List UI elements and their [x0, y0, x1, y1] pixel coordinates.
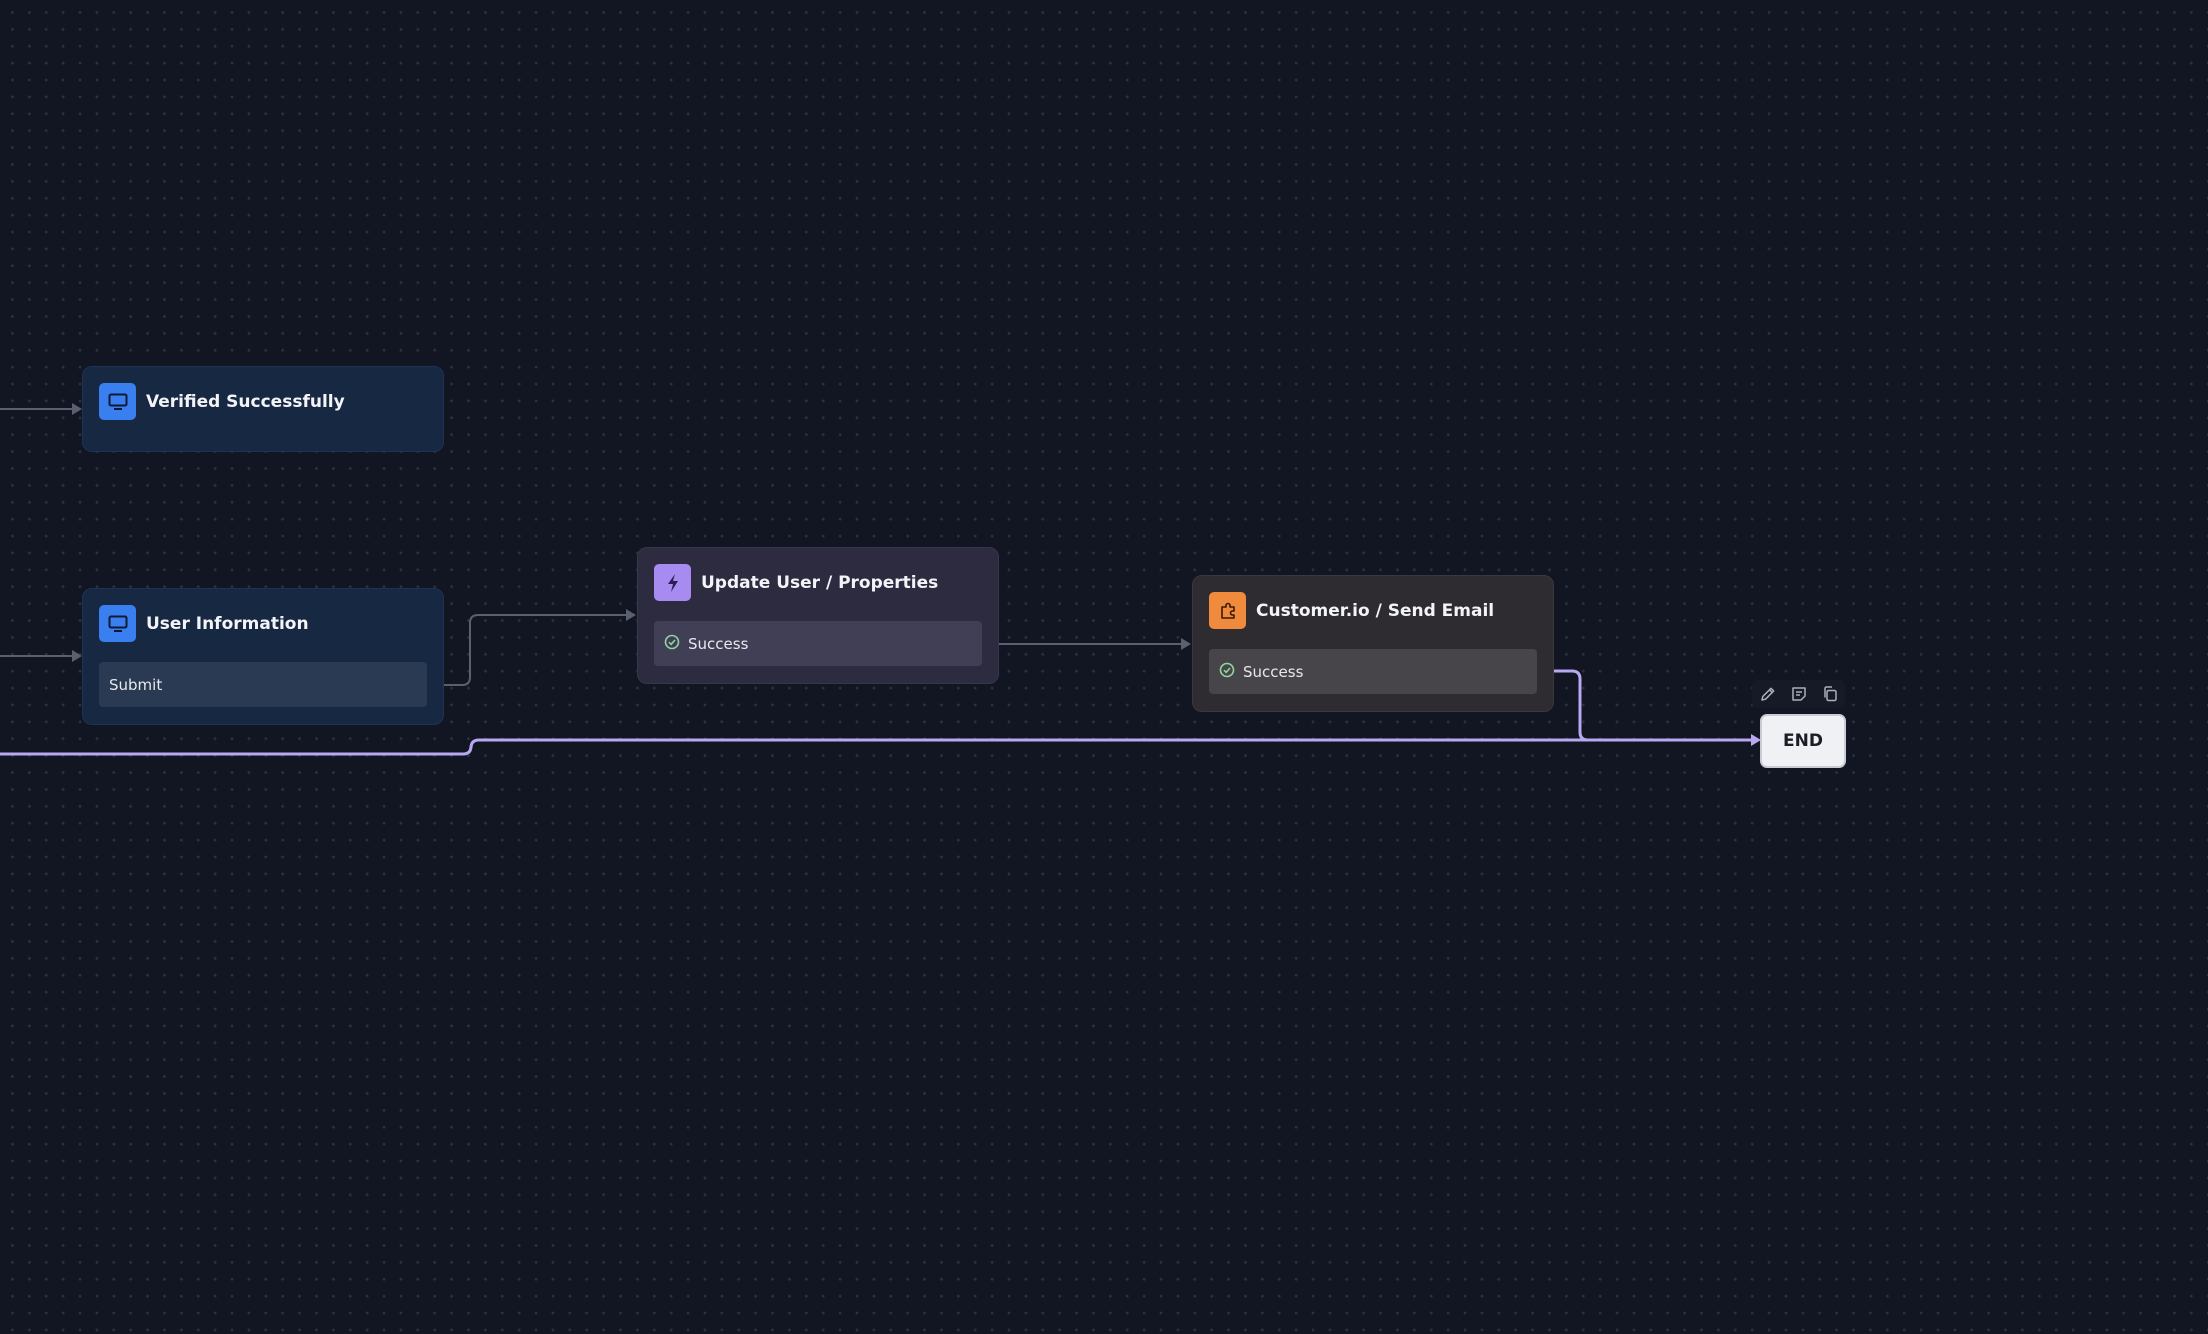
port-success[interactable]: Success: [1209, 649, 1537, 694]
end-label: END: [1783, 731, 1823, 751]
node-title: User Information: [146, 613, 309, 634]
port-label: Submit: [109, 675, 163, 694]
node-user-information[interactable]: User Information Submit: [82, 588, 444, 725]
node-customerio-send-email[interactable]: Customer.io / Send Email Success: [1192, 575, 1554, 712]
lightning-icon: [654, 564, 691, 601]
node-title: Customer.io / Send Email: [1256, 600, 1495, 621]
port-label: Success: [688, 634, 749, 653]
copy-icon[interactable]: [1817, 681, 1843, 707]
end-node-toolbar: [1752, 680, 1845, 708]
edge-customerio-to-end: [1531, 666, 1761, 746]
monitor-icon: [99, 383, 136, 420]
node-end[interactable]: END: [1760, 714, 1846, 768]
edge-submit-to-update-user: [424, 609, 636, 688]
edge-long-to-end: [0, 738, 1752, 756]
node-header: Update User / Properties: [654, 564, 938, 601]
port-success[interactable]: Success: [654, 621, 982, 666]
edge-into-user-information: [0, 650, 82, 662]
check-circle-icon: [664, 634, 680, 654]
pencil-icon[interactable]: [1755, 681, 1781, 707]
node-header: Customer.io / Send Email: [1209, 592, 1494, 629]
node-header: Verified Successfully: [99, 383, 345, 420]
node-title: Update User / Properties: [701, 572, 939, 593]
monitor-icon: [99, 605, 136, 642]
port-label: Success: [1243, 662, 1304, 681]
edge-update-user-to-customerio: [979, 638, 1191, 650]
node-update-user-properties[interactable]: Update User / Properties Success: [637, 547, 999, 684]
port-submit[interactable]: Submit: [99, 662, 427, 707]
edge-into-verified: [0, 403, 82, 415]
check-circle-icon: [1219, 662, 1235, 682]
note-icon[interactable]: [1786, 681, 1812, 707]
puzzle-icon: [1209, 592, 1246, 629]
node-verified-successfully[interactable]: Verified Successfully: [82, 366, 444, 452]
node-header: User Information: [99, 605, 309, 642]
node-title: Verified Successfully: [146, 391, 345, 412]
